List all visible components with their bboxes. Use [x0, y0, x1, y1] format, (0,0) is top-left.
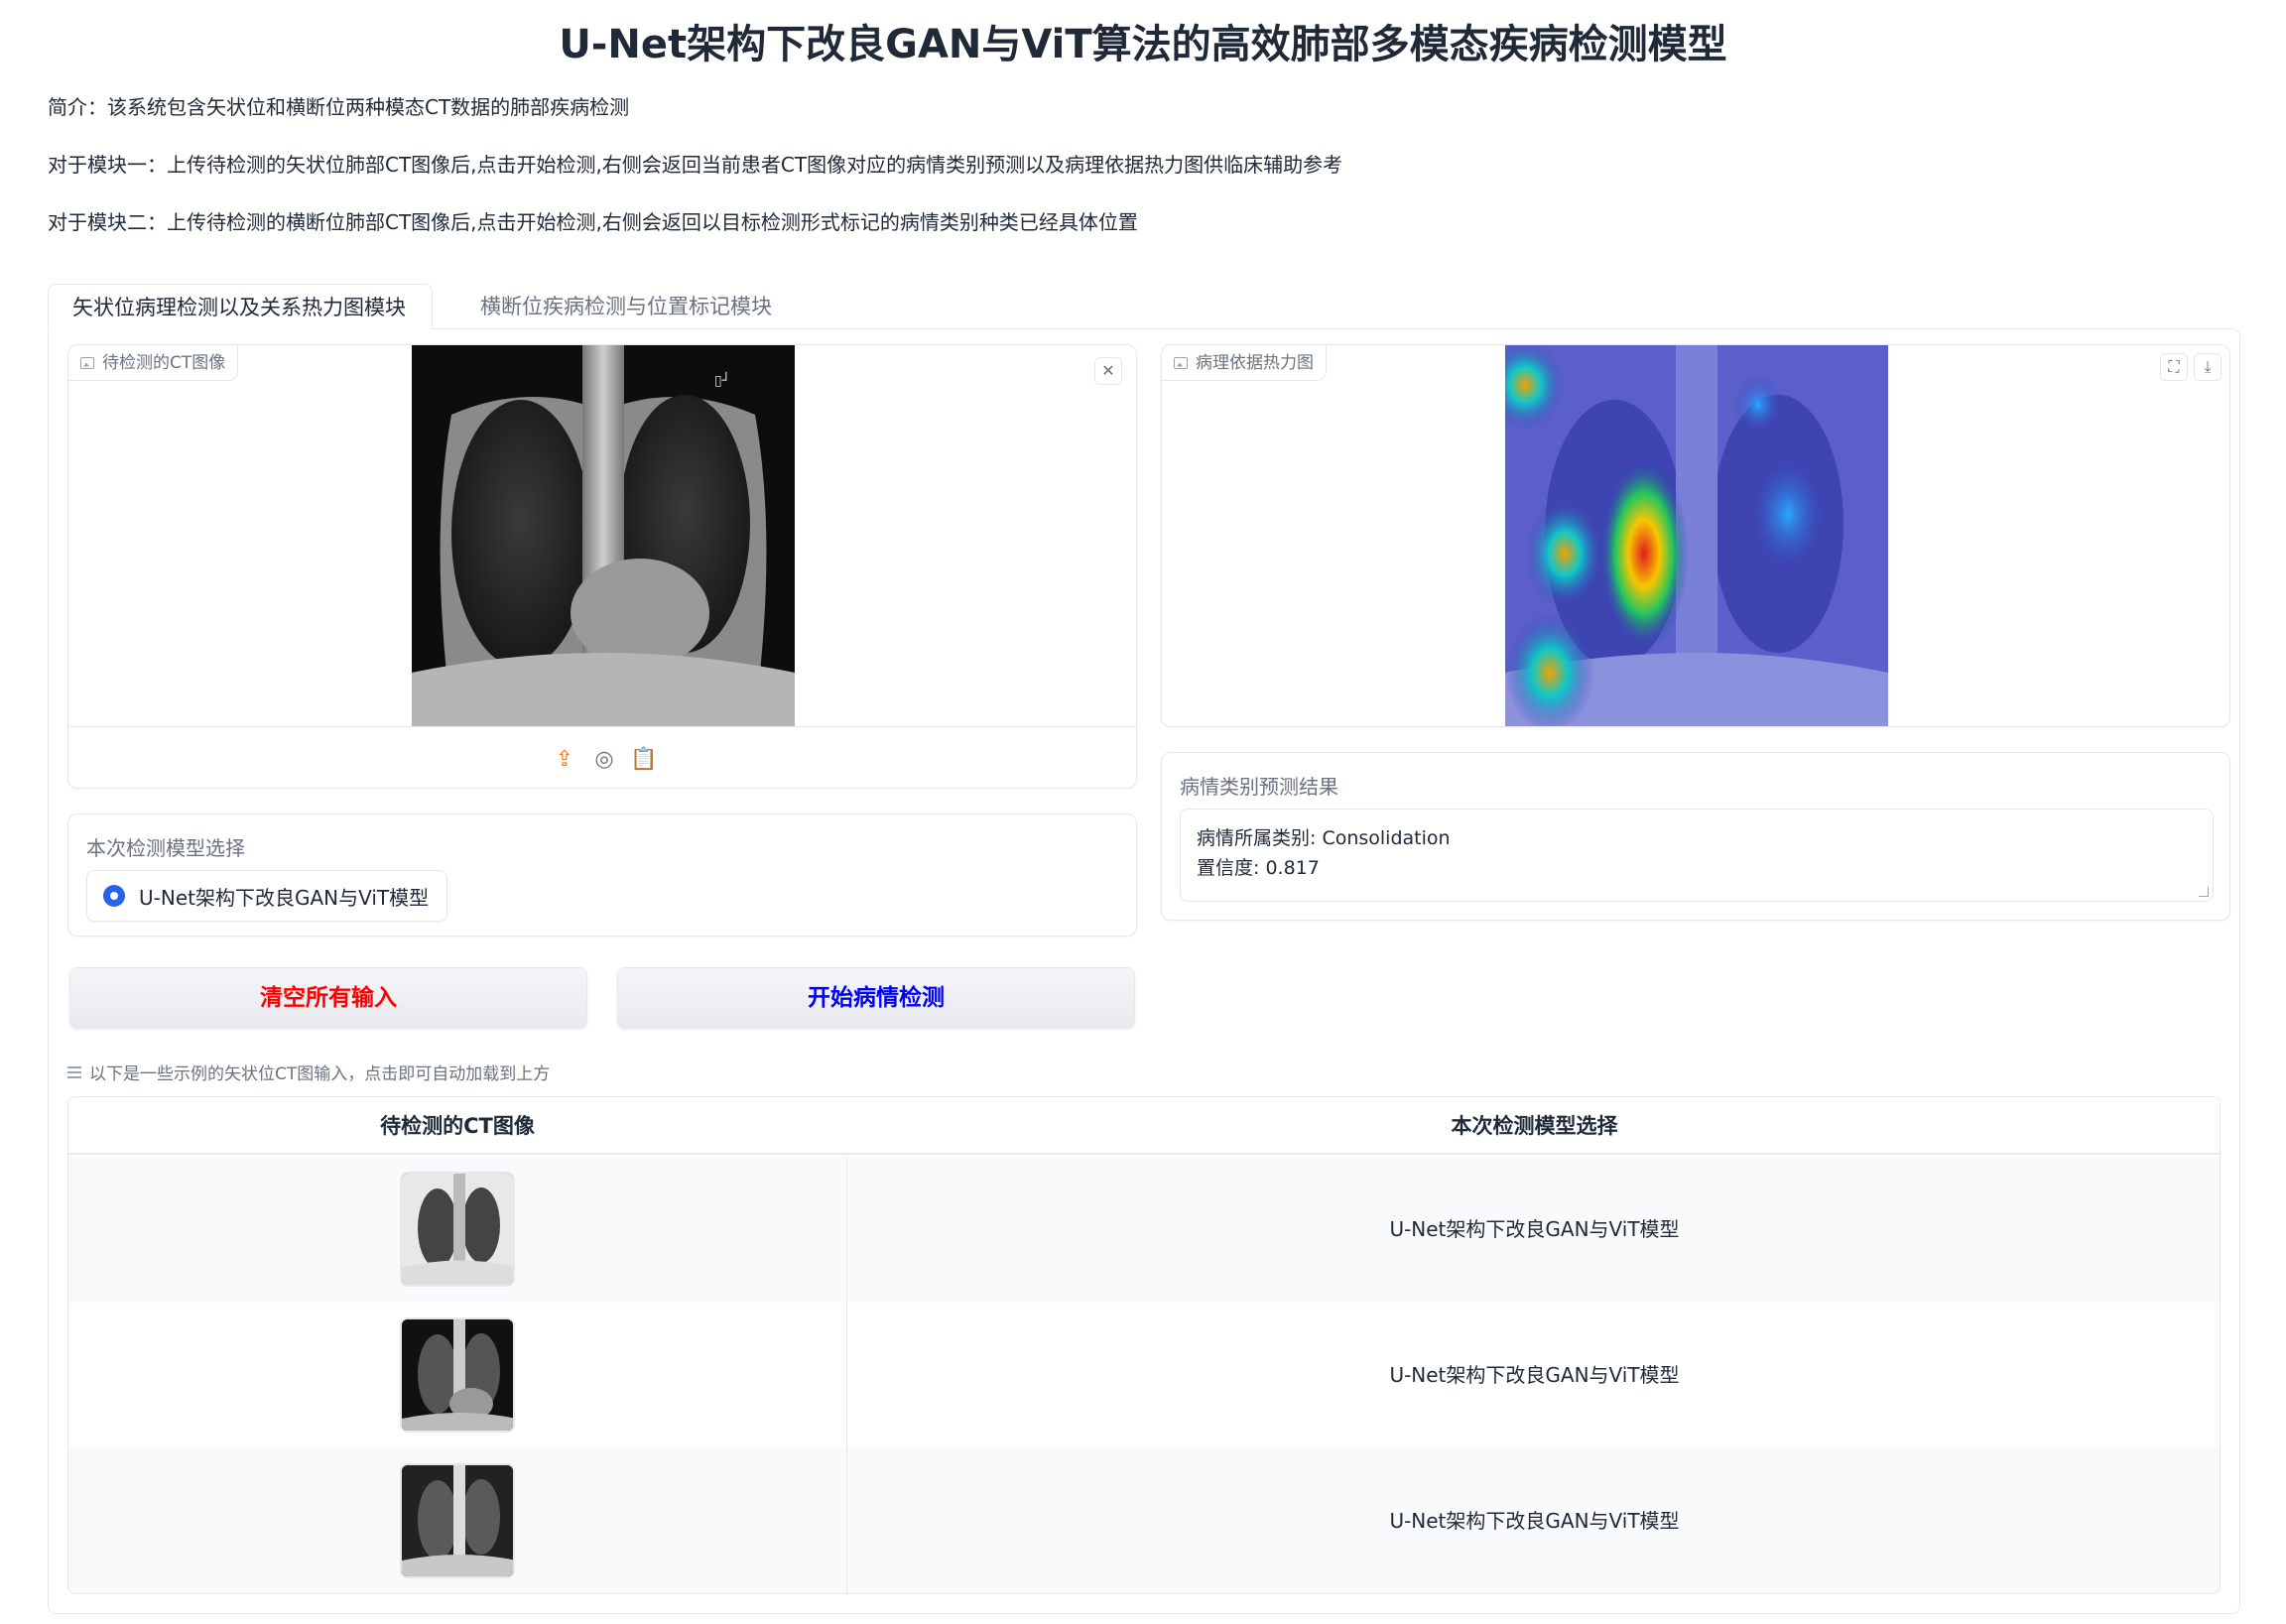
close-icon[interactable]: ✕ [1094, 357, 1122, 385]
examples-table: 待检测的CT图像 本次检测模型选择 U-Net架构下改良GAN与ViT模型 U-… [67, 1096, 2221, 1594]
model-select-label: 本次检测模型选择 [86, 836, 245, 860]
result-label: 病情类别预测结果 [1180, 775, 1338, 799]
intro-text: 简介：该系统包含矢状位和横断位两种模态CT数据的肺部疾病检测 [48, 95, 630, 119]
result-class-line: 病情所属类别: Consolidation [1197, 827, 1451, 849]
heatmap-block: 病理依据热力图 ⛶ ⤓ [1161, 344, 2230, 727]
model-radio-option[interactable]: U-Net架构下改良GAN与ViT模型 [86, 870, 448, 922]
example-thumbnail[interactable] [400, 1463, 515, 1578]
example-thumbnail[interactable] [400, 1172, 515, 1287]
result-textbox[interactable]: 病情所属类别: Consolidation 置信度: 0.817 [1180, 809, 2214, 902]
resize-handle-icon[interactable] [2199, 887, 2209, 897]
result-block: 病情类别预测结果 病情所属类别: Consolidation 置信度: 0.81… [1161, 752, 2230, 921]
image-icon [1174, 356, 1188, 369]
model-select-block: 本次检测模型选择 U-Net架构下改良GAN与ViT模型 [67, 813, 1137, 937]
result-confidence-line: 置信度: 0.817 [1197, 857, 1320, 879]
list-icon [67, 1065, 81, 1078]
example-model-cell: U-Net架构下改良GAN与ViT模型 [1389, 1217, 1680, 1241]
webcam-icon[interactable]: ◎ [590, 746, 618, 774]
examples-header: 以下是一些示例的矢状位CT图输入，点击即可自动加载到上方 [67, 1060, 550, 1084]
examples-table-header: 待检测的CT图像 本次检测模型选择 [68, 1097, 2220, 1155]
start-detection-button[interactable]: 开始病情检测 [617, 967, 1135, 1029]
example-thumbnail[interactable] [400, 1317, 515, 1433]
fullscreen-icon[interactable]: ⛶ [2160, 353, 2188, 381]
heatmap-label-text: 病理依据热力图 [1196, 352, 1314, 373]
example-model-cell: U-Net架构下改良GAN与ViT模型 [1389, 1509, 1680, 1533]
examples-col-model: 本次检测模型选择 [1451, 1114, 1618, 1138]
module2-text: 对于模块二：上传待检测的横断位肺部CT图像后,点击开始检测,右侧会返回以目标检测… [48, 210, 1138, 234]
example-model-cell: U-Net架构下改良GAN与ViT模型 [1389, 1363, 1680, 1387]
upload-icon[interactable]: ⇪ [551, 746, 578, 774]
radio-selected-icon[interactable] [103, 885, 125, 907]
svg-text:▯┘: ▯┘ [714, 372, 730, 389]
clipboard-icon[interactable]: 📋 [630, 746, 658, 774]
image-icon [80, 356, 94, 369]
example-row[interactable]: U-Net架构下改良GAN与ViT模型 [68, 1157, 2220, 1303]
tab-bar: 矢状位病理检测以及关系热力图模块 横断位疾病检测与位置标记模块 [48, 284, 2240, 329]
clear-all-button[interactable]: 清空所有输入 [69, 967, 587, 1029]
example-row[interactable]: U-Net架构下改良GAN与ViT模型 [68, 1303, 2220, 1448]
input-image-block[interactable]: 待检测的CT图像 ✕ ▯┘ ⇪ ◎ 📋 [67, 344, 1137, 789]
heatmap-image [1505, 345, 1888, 726]
tab-sagittal[interactable]: 矢状位病理检测以及关系热力图模块 [48, 284, 433, 329]
page-title: U-Net架构下改良GAN与ViT算法的高效肺部多模态疾病检测模型 [559, 22, 1727, 67]
examples-col-image: 待检测的CT图像 [380, 1114, 535, 1138]
download-icon[interactable]: ⤓ [2194, 353, 2222, 381]
examples-label-text: 以下是一些示例的矢状位CT图输入，点击即可自动加载到上方 [89, 1064, 551, 1084]
input-image-label: 待检测的CT图像 [68, 345, 239, 381]
image-toolbar-divider [68, 726, 1136, 727]
input-xray-image: ▯┘ [412, 345, 795, 726]
heatmap-label: 病理依据热力图 [1162, 345, 1327, 381]
module1-text: 对于模块一：上传待检测的矢状位肺部CT图像后,点击开始检测,右侧会返回当前患者C… [48, 153, 1343, 177]
tab-transverse[interactable]: 横断位疾病检测与位置标记模块 [456, 284, 796, 329]
model-radio-label: U-Net架构下改良GAN与ViT模型 [139, 885, 430, 910]
example-row[interactable]: U-Net架构下改良GAN与ViT模型 [68, 1448, 2220, 1593]
input-image-label-text: 待检测的CT图像 [102, 352, 226, 373]
